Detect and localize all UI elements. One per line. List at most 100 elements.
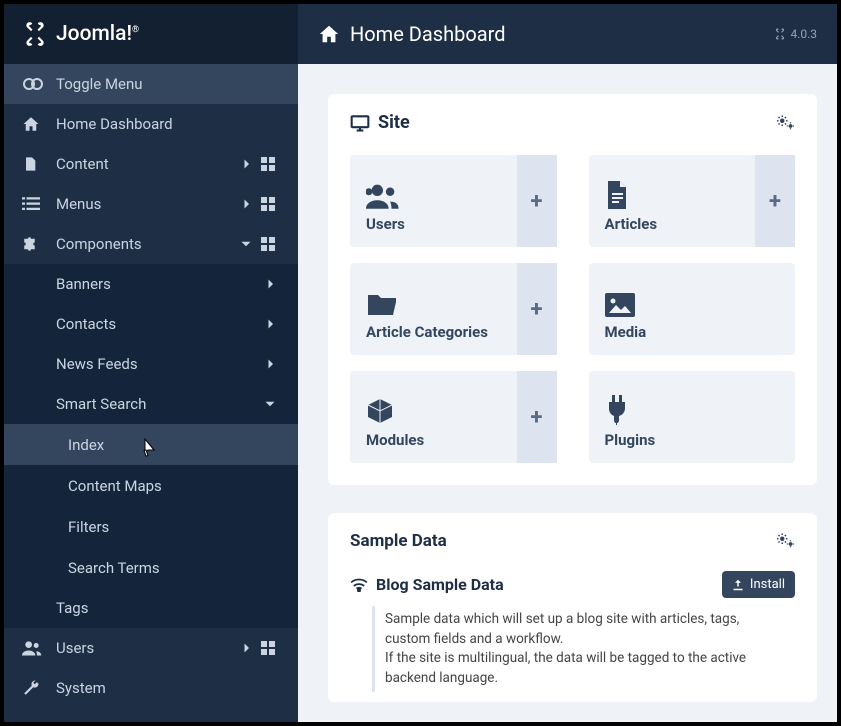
- sidebar-index-label: Index: [68, 436, 104, 454]
- sidebar-banners-label: Banners: [56, 275, 260, 293]
- toggle-menu-label: Toggle Menu: [56, 75, 280, 93]
- list-icon: [22, 197, 56, 211]
- card-categories-label: Article Categories: [366, 323, 501, 341]
- version-text: 4.0.3: [790, 27, 817, 41]
- wrench-icon: [22, 679, 56, 697]
- document-icon: [605, 181, 740, 209]
- gears-icon[interactable]: [777, 533, 795, 549]
- card-media[interactable]: Media: [589, 263, 796, 355]
- card-modules[interactable]: Modules +: [350, 371, 557, 463]
- content-area: Site Users + Artic: [298, 64, 837, 722]
- chevron-right-icon: [260, 278, 280, 290]
- blog-sample-title-text: Blog Sample Data: [376, 575, 504, 594]
- sidebar-home-dashboard[interactable]: Home Dashboard: [4, 104, 298, 144]
- sidebar-tags[interactable]: Tags: [4, 588, 298, 628]
- install-button[interactable]: Install: [722, 571, 795, 598]
- sidebar-contacts-label: Contacts: [56, 315, 260, 333]
- monitor-icon: [350, 114, 370, 132]
- sidebar-menus-label: Menus: [56, 195, 236, 213]
- card-categories[interactable]: Article Categories +: [350, 263, 557, 355]
- sidebar-search-terms[interactable]: Search Terms: [4, 547, 298, 588]
- sidebar: Joomla!® Toggle Menu Home Dashboard Cont…: [4, 4, 298, 722]
- page-title: Home Dashboard: [350, 22, 774, 46]
- home-icon: [22, 115, 56, 133]
- site-panel-title: Site: [350, 112, 410, 133]
- chevron-right-icon: [260, 318, 280, 330]
- chevron-right-icon: [236, 158, 256, 170]
- card-plugins-label: Plugins: [605, 431, 780, 449]
- sidebar-smart-search[interactable]: Smart Search: [4, 384, 298, 424]
- upload-icon: [732, 579, 744, 591]
- sidebar-news-feeds[interactable]: News Feeds: [4, 344, 298, 384]
- card-modules-label: Modules: [366, 431, 501, 449]
- chevron-right-icon: [260, 358, 280, 370]
- card-articles-label: Articles: [605, 215, 740, 233]
- sidebar-banners[interactable]: Banners: [4, 264, 298, 304]
- card-articles-add[interactable]: +: [755, 155, 795, 247]
- cube-icon: [366, 397, 501, 425]
- version-badge: 4.0.3: [774, 27, 817, 41]
- gears-icon[interactable]: [777, 115, 795, 131]
- card-categories-add[interactable]: +: [517, 263, 557, 355]
- sidebar-tags-label: Tags: [56, 599, 280, 617]
- main-area: Home Dashboard 4.0.3 Site: [298, 4, 837, 722]
- sample-data-panel: Sample Data Blog Sample Data Install Sam…: [328, 513, 817, 702]
- grid-icon[interactable]: [256, 641, 280, 655]
- card-media-label: Media: [605, 323, 780, 341]
- site-title: Site: [378, 112, 410, 133]
- sidebar-content[interactable]: Content: [4, 144, 298, 184]
- blog-sample-description: Sample data which will set up a blog sit…: [372, 606, 795, 692]
- blog-desc-line2: If the site is multilingual, the data wi…: [385, 649, 785, 688]
- toggle-menu[interactable]: Toggle Menu: [4, 64, 298, 104]
- grid-icon[interactable]: [256, 157, 280, 171]
- grid-icon[interactable]: [256, 197, 280, 211]
- sidebar-menus[interactable]: Menus: [4, 184, 298, 224]
- blog-sample-title: Blog Sample Data: [350, 575, 504, 594]
- chevron-right-icon: [236, 642, 256, 654]
- chevron-right-icon: [236, 198, 256, 210]
- home-icon: [318, 23, 340, 45]
- sidebar-users-label: Users: [56, 639, 236, 657]
- card-plugins[interactable]: Plugins: [589, 371, 796, 463]
- sidebar-news-feeds-label: News Feeds: [56, 355, 260, 373]
- card-users-add[interactable]: +: [517, 155, 557, 247]
- users-icon: [22, 640, 56, 656]
- document-icon: [22, 155, 56, 173]
- cursor-icon: [140, 438, 156, 458]
- sidebar-components-label: Components: [56, 235, 236, 253]
- toggle-icon: [22, 77, 56, 91]
- sidebar-search-terms-label: Search Terms: [68, 559, 160, 577]
- sidebar-system-label: System: [56, 679, 280, 697]
- topbar: Home Dashboard 4.0.3: [298, 4, 837, 64]
- wifi-icon: [350, 578, 368, 592]
- sidebar-content-maps-label: Content Maps: [68, 477, 162, 495]
- chevron-down-icon: [260, 399, 280, 409]
- sidebar-index[interactable]: Index: [4, 424, 298, 465]
- sidebar-smart-search-label: Smart Search: [56, 395, 260, 413]
- blog-desc-line1: Sample data which will set up a blog sit…: [385, 610, 785, 649]
- card-articles[interactable]: Articles +: [589, 155, 796, 247]
- sidebar-system[interactable]: System: [4, 668, 298, 708]
- sidebar-home-label: Home Dashboard: [56, 115, 280, 133]
- sidebar-filters[interactable]: Filters: [4, 506, 298, 547]
- logo-bar: Joomla!®: [4, 4, 298, 64]
- sidebar-filters-label: Filters: [68, 518, 109, 536]
- image-icon: [605, 293, 780, 317]
- sidebar-content-label: Content: [56, 155, 236, 173]
- card-users[interactable]: Users +: [350, 155, 557, 247]
- card-modules-add[interactable]: +: [517, 371, 557, 463]
- puzzle-icon: [22, 235, 56, 253]
- plug-icon: [605, 395, 780, 425]
- joomla-logo-icon: [22, 21, 48, 47]
- sidebar-contacts[interactable]: Contacts: [4, 304, 298, 344]
- site-panel: Site Users + Artic: [328, 94, 817, 485]
- sidebar-users[interactable]: Users: [4, 628, 298, 668]
- users-icon: [366, 183, 501, 209]
- brand-name: Joomla!®: [56, 22, 139, 46]
- sidebar-components[interactable]: Components: [4, 224, 298, 264]
- folder-open-icon: [366, 291, 501, 317]
- sidebar-content-maps[interactable]: Content Maps: [4, 465, 298, 506]
- install-button-label: Install: [750, 577, 785, 592]
- grid-icon[interactable]: [256, 237, 280, 251]
- card-users-label: Users: [366, 215, 501, 233]
